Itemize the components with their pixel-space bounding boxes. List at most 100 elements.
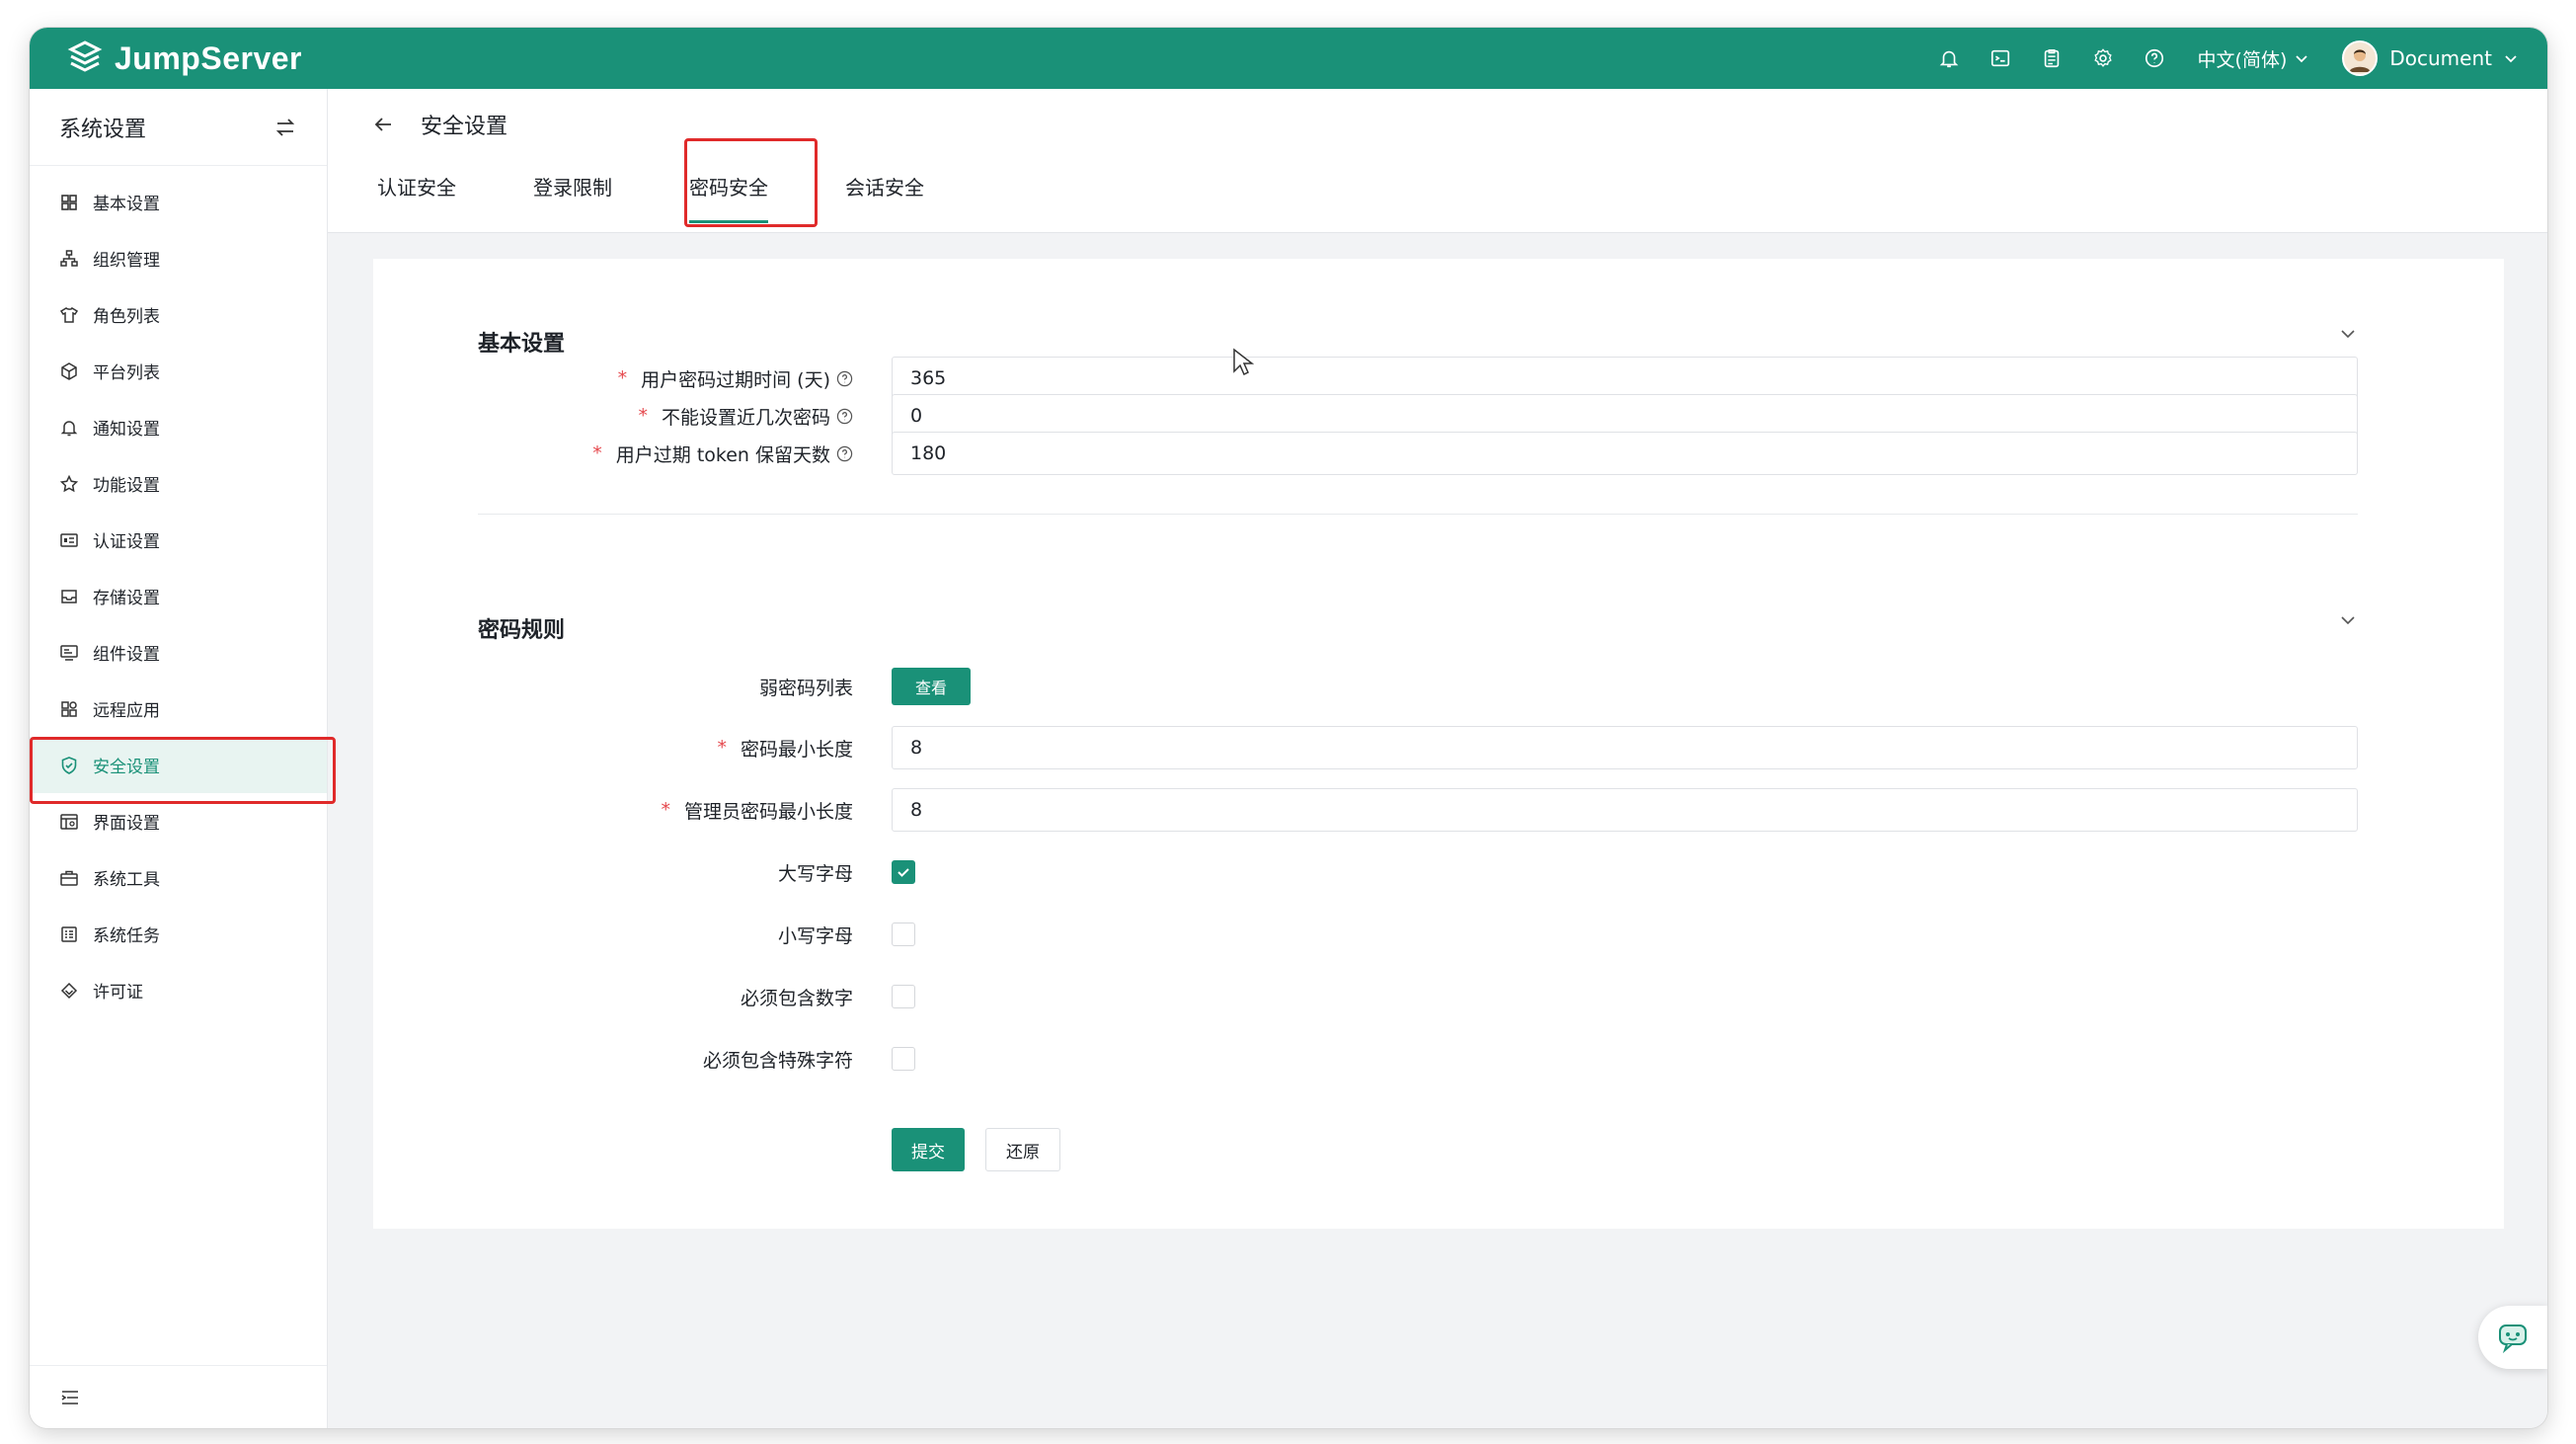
terminal-icon[interactable] [1975, 28, 2026, 89]
sidebar-item-components[interactable]: 组件设置 [30, 624, 327, 681]
main-content: 安全设置 认证安全 登录限制 密码安全 会话安全 基本设置 * 用户密码过期时间 … [328, 89, 2547, 1428]
user-menu[interactable]: Document [2342, 40, 2518, 76]
required-mark: * [638, 405, 648, 427]
field-label: * 管理员密码最小长度 [661, 797, 853, 824]
cube-icon [61, 361, 77, 380]
sidebar-item-label: 许可证 [93, 983, 143, 1003]
sidebar-item-label: 基本设置 [93, 195, 160, 214]
sidebar-item-org[interactable]: 组织管理 [30, 230, 327, 286]
clipboard-icon[interactable] [2026, 28, 2077, 89]
reset-button[interactable]: 还原 [985, 1128, 1060, 1171]
sidebar-item-storage[interactable]: 存储设置 [30, 568, 327, 624]
app-window: JumpServer 中文(简体) Document 系统设置 基本设置 组织管… [30, 28, 2547, 1428]
submit-button[interactable]: 提交 [892, 1128, 965, 1171]
sidebar-item-label: 存储设置 [93, 589, 160, 608]
page-title: 安全设置 [421, 115, 508, 139]
chevron-down-icon [2296, 55, 2308, 63]
field-label: 必须包含数字 [740, 987, 853, 1009]
title-row: 安全设置 [371, 109, 507, 140]
sidebar-item-auth[interactable]: 认证设置 [30, 512, 327, 568]
admin-min-length-input[interactable]: 8 [892, 788, 2358, 832]
shield-icon [61, 756, 77, 774]
language-select[interactable]: 中文(简体) [2198, 45, 2309, 72]
field-label: 必须包含特殊字符 [702, 1049, 853, 1072]
sidebar-item-remote-apps[interactable]: 远程应用 [30, 681, 327, 737]
chat-button[interactable] [2478, 1306, 2547, 1369]
field-label: 弱密码列表 [758, 677, 853, 699]
shirt-icon [59, 306, 79, 323]
language-label: 中文(简体) [2197, 48, 2288, 71]
sidebar-item-label: 系统任务 [93, 926, 160, 946]
form-row: 弱密码列表 查看 [373, 664, 2504, 709]
tab-login-limits[interactable]: 登录限制 [533, 172, 612, 229]
help-icon[interactable] [836, 445, 853, 462]
digit-checkbox[interactable] [892, 985, 915, 1008]
sidebar-item-notifications[interactable]: 通知设置 [30, 399, 327, 455]
back-arrow-icon[interactable] [371, 113, 395, 136]
help-icon[interactable] [836, 408, 853, 425]
field-label: * 密码最小长度 [717, 735, 853, 762]
section-title-basic: 基本设置 [478, 332, 566, 357]
help-icon[interactable] [2129, 28, 2180, 89]
topbar-actions: 中文(简体) Document [1923, 28, 2518, 89]
view-weak-passwords-button[interactable]: 查看 [892, 668, 971, 705]
check-icon [898, 868, 909, 877]
min-length-input[interactable]: 8 [892, 726, 2358, 769]
form-row: 大写字母 [373, 849, 2504, 895]
tab-session-security[interactable]: 会话安全 [845, 172, 924, 229]
grid-icon [61, 194, 77, 210]
chevron-down-icon[interactable] [2338, 610, 2358, 630]
sidebar-item-basic[interactable]: 基本设置 [30, 174, 327, 230]
bell-icon[interactable] [1923, 28, 1975, 89]
lowercase-checkbox[interactable] [892, 923, 915, 946]
sidebar-item-features[interactable]: 功能设置 [30, 455, 327, 512]
tab-password-security[interactable]: 密码安全 [689, 172, 768, 229]
form-row: * 管理员密码最小长度 8 [373, 787, 2504, 833]
form-row: 必须包含数字 [373, 974, 2504, 1019]
required-mark: * [661, 799, 670, 821]
special-char-checkbox[interactable] [892, 1047, 915, 1071]
form-row: 必须包含特殊字符 [373, 1036, 2504, 1082]
field-label-text: 不能设置近几次密码 [661, 406, 830, 429]
collapse-menu-icon[interactable] [59, 1387, 81, 1408]
brand-name: JumpServer [115, 40, 302, 76]
sidebar-item-roles[interactable]: 角色列表 [30, 286, 327, 343]
sidebar-item-security[interactable]: 安全设置 [30, 737, 327, 793]
chevron-down-icon[interactable] [2338, 324, 2358, 344]
field-label-text: 密码最小长度 [740, 738, 853, 761]
chevron-down-icon [2505, 55, 2517, 63]
sidebar-item-tools[interactable]: 系统工具 [30, 849, 327, 906]
sidebar-item-label: 通知设置 [93, 420, 160, 440]
sidebar-item-label: 安全设置 [93, 758, 160, 777]
sidebar-item-label: 组织管理 [93, 251, 160, 271]
sidebar-item-platforms[interactable]: 平台列表 [30, 343, 327, 399]
gear-icon[interactable] [2077, 28, 2129, 89]
sidebar-item-label: 远程应用 [93, 701, 160, 721]
uppercase-checkbox[interactable] [892, 860, 915, 884]
sidebar-item-label: 组件设置 [93, 645, 160, 665]
section-divider [478, 514, 2358, 515]
sidebar-item-interface[interactable]: 界面设置 [30, 793, 327, 849]
form-row: * 密码最小长度 8 [373, 725, 2504, 770]
task-icon [61, 925, 77, 942]
section-title-rules: 密码规则 [478, 618, 566, 643]
sidebar-item-tasks[interactable]: 系统任务 [30, 906, 327, 962]
top-bar: JumpServer 中文(简体) Document [30, 28, 2547, 89]
switch-icon[interactable] [273, 116, 297, 139]
sidebar-menu: 基本设置 组织管理 角色列表 平台列表 通知设置 功能设置 认证设置 存储设置 … [30, 166, 327, 1018]
chat-icon [2499, 1324, 2527, 1353]
user-name: Document [2389, 46, 2492, 70]
required-mark: * [592, 442, 602, 464]
token-retention-days-input[interactable]: 180 [892, 432, 2358, 475]
sidebar-item-label: 认证设置 [93, 532, 160, 552]
field-label-text: 用户密码过期时间 (天) [641, 368, 830, 391]
sidebar-item-license[interactable]: 许可证 [30, 962, 327, 1018]
tab-auth-security[interactable]: 认证安全 [377, 172, 456, 229]
monitor-icon [60, 644, 78, 661]
layout-icon [60, 813, 78, 830]
sidebar-header: 系统设置 [30, 89, 327, 166]
diamond-icon [60, 982, 78, 999]
logo[interactable]: JumpServer [65, 28, 302, 89]
field-label: 小写字母 [777, 924, 853, 947]
help-icon[interactable] [836, 370, 853, 387]
